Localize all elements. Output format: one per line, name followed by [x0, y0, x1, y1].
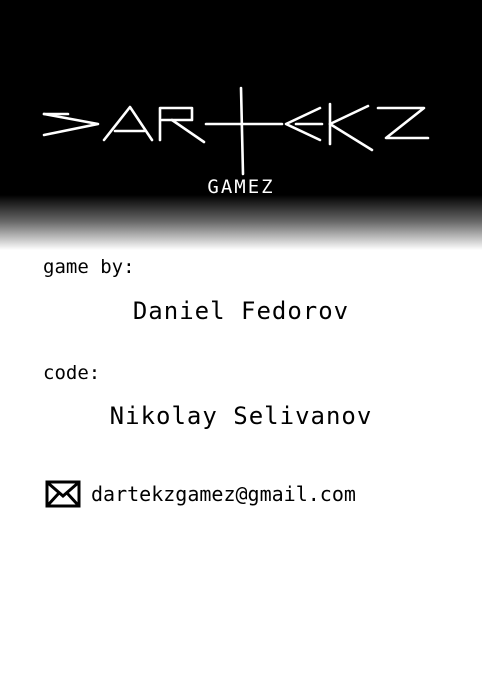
contact-email[interactable]: dartekzgamez@gmail.com — [91, 482, 356, 506]
credit-role-game-by: game by: — [43, 256, 135, 278]
envelope-icon — [45, 480, 81, 508]
credit-name-designer: Daniel Fedorov — [132, 297, 350, 325]
header-banner: GAMEZ — [0, 0, 482, 250]
contact-email-link[interactable]: dartekzgamez@gmail.com — [45, 480, 356, 508]
dartekz-logo-wordmark — [42, 86, 430, 176]
credit-role-code: code: — [43, 362, 101, 384]
logo-subtitle: GAMEZ — [207, 176, 275, 198]
logo: GAMEZ — [0, 0, 482, 250]
credit-name-coder: Nikolay Selivanov — [109, 402, 373, 430]
